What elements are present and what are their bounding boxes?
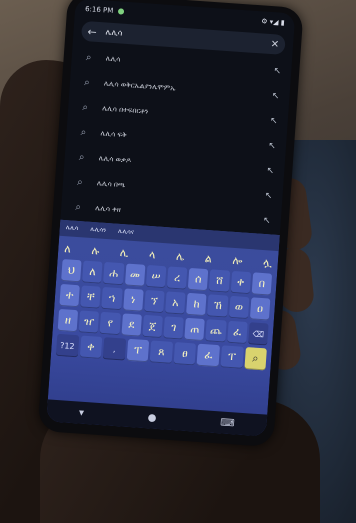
search-key-icon[interactable]: ⌕ [243, 346, 267, 371]
suggestion-text: ሌሊሳ በተፍበርቶን [101, 104, 149, 116]
chevron-down-icon[interactable]: ▾ [79, 407, 85, 418]
keyboard-key[interactable]: ሸ [209, 269, 230, 293]
search-icon: ⌕ [76, 176, 84, 189]
search-input[interactable]: ሌሊሳ [101, 27, 271, 49]
phone-screen: 6:16 PM ⚙ ▾◢ ▮ ← ሌሊሳ ✕ ⌕ ሌሊሳ ↖ ⌕ ሌሊሳ ወቅርኤልያን… [46, 0, 296, 437]
suggestion-text: ሌሊሳ [105, 54, 121, 64]
suggestion-text: ሌሊሳ ወቅርኤልያንሌሞምኤ [103, 79, 176, 93]
keyboard-key[interactable]: ወ [228, 295, 250, 320]
search-icon: ⌕ [78, 151, 85, 164]
suggestion-text: ሌሊሳ በጫ [96, 179, 126, 190]
keyboard-key[interactable]: ተ [59, 283, 81, 308]
keyboard-key[interactable]: የ [99, 311, 121, 336]
status-icons: ⚙ ▾◢ ▮ [260, 17, 285, 27]
keyboard-suggestion[interactable]: ሌሊሳ [66, 224, 79, 233]
keyboard-key[interactable]: ነ [122, 288, 144, 312]
keyboard-key[interactable]: ከ [186, 292, 207, 317]
search-icon: ⌕ [80, 126, 87, 139]
keyboard-key[interactable]: ጀ [142, 314, 163, 339]
keyboard-key[interactable]: ዠ [78, 310, 100, 334]
keyboard-key[interactable]: ፐ [126, 338, 150, 363]
smartphone: 6:16 PM ⚙ ▾◢ ▮ ← ሌሊሳ ✕ ⌕ ሌሊሳ ↖ ⌕ ሌሊሳ ወቅርኤልያን… [37, 0, 304, 448]
keyboard-key[interactable]: ጠ [184, 317, 206, 342]
keyboard-suggestion[interactable]: ሌሊሳና [118, 228, 134, 237]
keyboard-key[interactable]: መ [124, 263, 146, 287]
vowel-key[interactable]: ላ [149, 248, 156, 262]
vowel-key[interactable]: ሊ [119, 246, 128, 261]
keyboard-key[interactable]: ቀ [79, 335, 103, 359]
keyboard-key[interactable]: አ [165, 291, 186, 315]
fill-query-arrow-icon[interactable]: ↖ [264, 140, 281, 152]
keyboard-key[interactable]: , [102, 337, 126, 361]
keyboard-key[interactable]: ኘ [143, 289, 165, 314]
keyboard-key[interactable]: ኸ [207, 294, 229, 318]
keyboard-key[interactable]: ፐ [220, 345, 244, 369]
vowel-key[interactable]: ለ [64, 242, 71, 256]
keyboard-key[interactable]: ፈ [226, 320, 248, 345]
fill-query-arrow-icon[interactable]: ↖ [269, 65, 286, 77]
keyboard-key[interactable]: ?12 [55, 333, 79, 358]
keyboard-key[interactable]: ኀ [101, 286, 123, 311]
suggestion-list: ⌕ ሌሊሳ ↖ ⌕ ሌሊሳ ወቅርኤልያንሌሞምኤ ↖ ⌕ ሌሊሳ በተፍበርቶን ↖ ⌕ ሌሊሳ … [60, 44, 292, 234]
notification-icon [118, 8, 125, 15]
home-icon[interactable]: ● [147, 412, 156, 424]
keyboard-key[interactable]: ህ [61, 259, 82, 283]
vowel-key[interactable]: ሎ [232, 254, 243, 269]
vowel-key[interactable]: ሉ [91, 244, 100, 259]
keyboard-key[interactable]: ቸ [80, 285, 102, 309]
vowel-key[interactable]: ሌ [176, 250, 185, 265]
search-icon: ⌕ [82, 102, 89, 114]
close-icon[interactable]: ✕ [270, 39, 279, 51]
keyboard-key[interactable]: ሐ [103, 261, 125, 286]
search-icon: ⌕ [75, 201, 82, 214]
search-icon: ⌕ [85, 52, 92, 64]
fill-query-arrow-icon[interactable]: ↖ [267, 90, 284, 102]
keyboard-key[interactable]: ሰ [188, 267, 209, 292]
backspace-icon[interactable]: ⌫ [247, 322, 269, 346]
keyboard-suggestion[interactable]: ሌሊሳን [90, 226, 106, 235]
keyboard-key[interactable]: ዘ [57, 308, 79, 333]
vowel-key[interactable]: ሏ [263, 256, 273, 271]
keyboard-key[interactable]: ገ [163, 316, 185, 340]
keyboard-key[interactable]: ጨ [205, 319, 227, 343]
keyboard-key[interactable]: ጸ [149, 340, 173, 364]
suggestion-text: ሌሊሳ ቀዘ [94, 204, 121, 214]
keyboard-key[interactable]: ሠ [145, 264, 167, 289]
keyboard-key[interactable]: ደ [121, 313, 142, 337]
keyboard: ሌሊሳ ሌሊሳን ሌሊሳና ለሉሊላሌልሎሏ ህለሐመሠረሰሸቀበ ተቸኀነኘአከኸ… [46, 219, 280, 437]
navigation-bar: ▾ ● ⌨ [46, 399, 268, 437]
fill-query-arrow-icon[interactable]: ↖ [258, 215, 275, 226]
search-icon: ⌕ [83, 77, 91, 89]
fill-query-arrow-icon[interactable]: ↖ [265, 115, 282, 127]
fill-query-arrow-icon[interactable]: ↖ [260, 190, 277, 201]
keyboard-switch-icon[interactable]: ⌨ [220, 417, 235, 429]
keyboard-key[interactable]: ዐ [249, 297, 271, 321]
suggestion-text: ሌሊሳ ፍቅ [100, 129, 128, 140]
keyboard-key[interactable]: ፈ [196, 343, 220, 368]
keyboard-key[interactable]: ፀ [173, 342, 197, 366]
keyboard-key[interactable]: ረ [166, 266, 188, 290]
suggestion-text: ሌሊሳ ወቃዶ [98, 154, 132, 165]
status-time: 6:16 PM [84, 4, 114, 15]
vowel-key[interactable]: ል [204, 252, 212, 266]
keyboard-key[interactable]: ለ [82, 260, 103, 284]
keyboard-key[interactable]: ቀ [230, 270, 251, 295]
fill-query-arrow-icon[interactable]: ↖ [262, 165, 279, 177]
keyboard-key[interactable]: በ [251, 272, 273, 296]
back-arrow-icon[interactable]: ← [87, 25, 102, 39]
